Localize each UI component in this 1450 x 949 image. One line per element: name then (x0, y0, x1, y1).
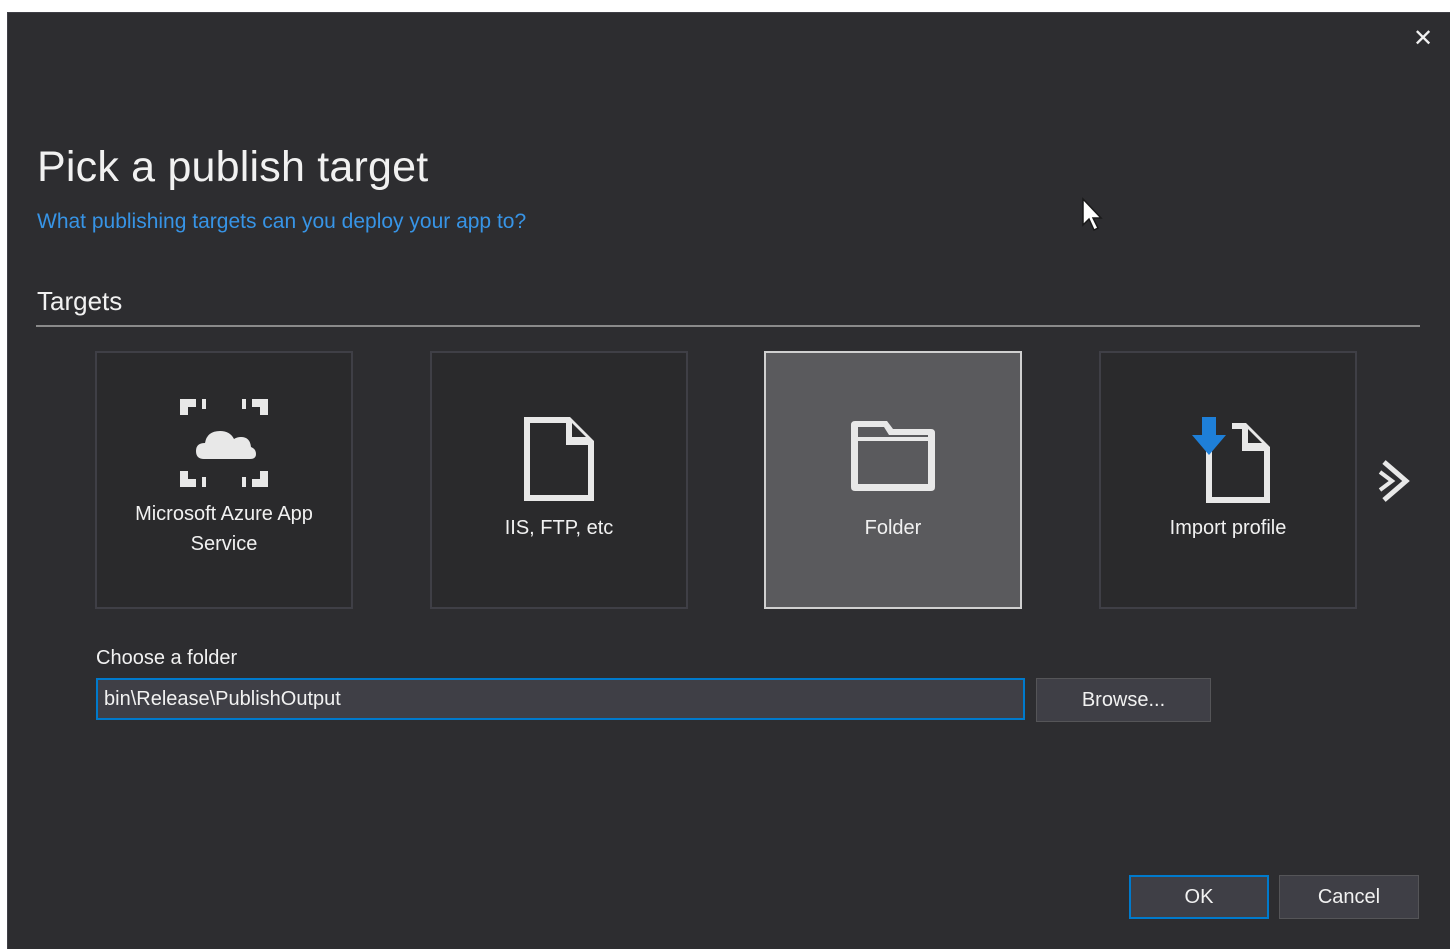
target-label: Folder (864, 517, 922, 539)
close-icon: ✕ (1412, 24, 1434, 52)
section-divider (36, 325, 1420, 327)
folder-path-input[interactable] (96, 678, 1025, 720)
target-label: Microsoft Azure App Service (135, 503, 313, 555)
page-title: Pick a publish target (37, 143, 429, 191)
document-icon (524, 417, 594, 501)
browse-button[interactable]: Browse... (1036, 678, 1211, 722)
import-profile-icon (1190, 413, 1270, 503)
cancel-button[interactable]: Cancel (1279, 875, 1419, 919)
target-tile-import-profile[interactable]: Import profile (1099, 351, 1357, 609)
mouse-cursor-icon (1082, 197, 1103, 232)
help-link[interactable]: What publishing targets can you deploy y… (37, 210, 526, 234)
ok-button[interactable]: OK (1129, 875, 1269, 919)
target-label: Import profile (1169, 517, 1287, 539)
target-tile-azure-app-service[interactable]: Microsoft Azure App Service (95, 351, 353, 609)
close-button[interactable]: ✕ (1410, 24, 1436, 52)
target-tile-iis-ftp[interactable]: IIS, FTP, etc (430, 351, 688, 609)
section-title-targets: Targets (37, 286, 123, 316)
publish-dialog: ✕ Pick a publish target What publishing … (7, 12, 1450, 949)
target-label: IIS, FTP, etc (504, 517, 614, 539)
azure-app-service-icon (180, 399, 268, 487)
choose-folder-label: Choose a folder (96, 647, 238, 669)
target-tile-folder[interactable]: Folder (764, 351, 1022, 609)
folder-icon (851, 421, 935, 491)
next-targets-arrow-icon[interactable] (1376, 456, 1416, 506)
